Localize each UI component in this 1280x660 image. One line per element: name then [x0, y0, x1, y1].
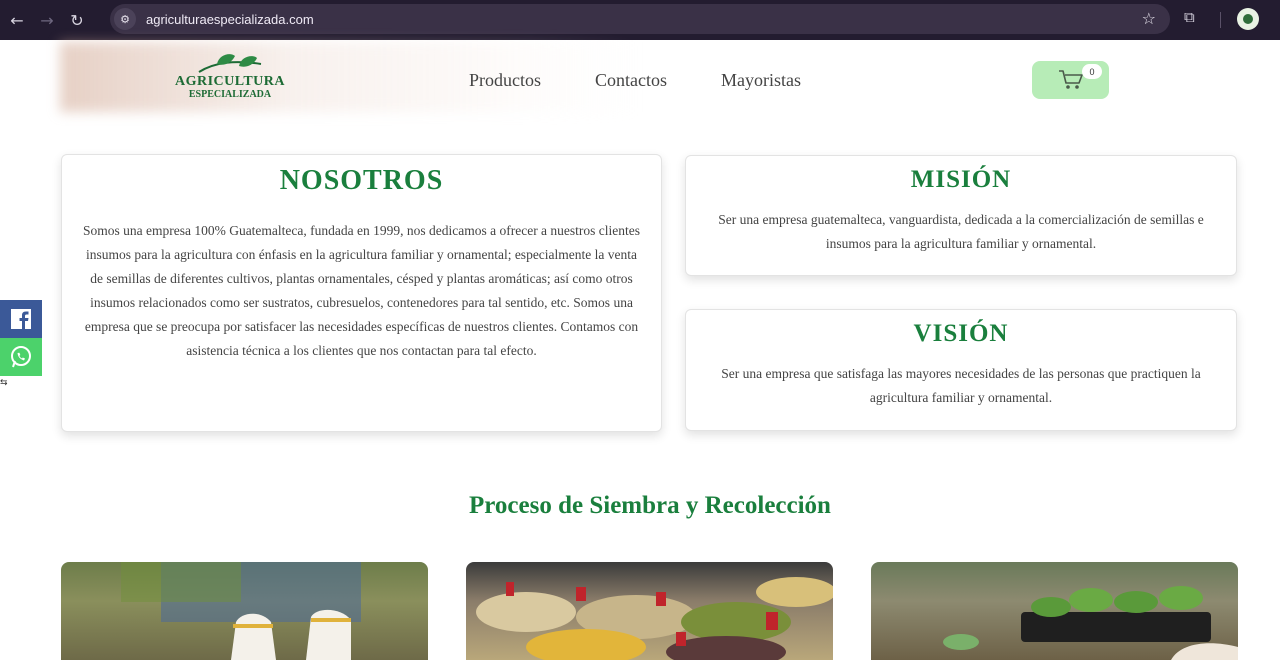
cart-button[interactable]: 0: [1032, 61, 1109, 99]
whatsapp-icon: [11, 346, 31, 368]
nav-link-productos[interactable]: Productos: [469, 70, 541, 91]
leaves-icon: [198, 54, 262, 73]
mision-card: MISIÓN Ser una empresa guatemalteca, van…: [685, 155, 1237, 276]
mision-title: MISIÓN: [910, 166, 1012, 193]
address-bar[interactable]: ⚙ agriculturaespecializada.com ☆: [110, 4, 1170, 34]
site-header: AGRICULTURA ESPECIALIZADA Productos Cont…: [0, 42, 1280, 122]
nav-link-mayoristas[interactable]: Mayoristas: [721, 70, 801, 91]
toolbar-divider: [1220, 12, 1221, 28]
photo-planting-gloves: [61, 562, 428, 660]
reload-icon[interactable]: ↻: [62, 5, 92, 35]
extensions-icon[interactable]: ⧉: [1184, 8, 1195, 26]
seedling-photo-illustration: [943, 586, 1238, 660]
bookmark-star-icon[interactable]: ☆: [1142, 9, 1156, 28]
back-arrow-icon[interactable]: ←: [2, 5, 32, 35]
logo-text-line2: ESPECIALIZADA: [188, 89, 272, 100]
nav-link-contactos[interactable]: Contactos: [595, 70, 667, 91]
site-logo[interactable]: AGRICULTURA ESPECIALIZADA: [170, 52, 290, 112]
nosotros-text: Somos una empresa 100% Guatemalteca, fun…: [82, 223, 641, 358]
logo-text-line1: AGRICULTURA: [174, 74, 285, 89]
vision-title: VISIÓN: [913, 320, 1009, 347]
proceso-section-title: Proceso de Siembra y Recolección: [469, 492, 831, 519]
mision-text: Ser una empresa guatemalteca, vanguardis…: [718, 212, 1204, 251]
vision-text: Ser una empresa que satisfaga las mayore…: [721, 366, 1201, 405]
whatsapp-button[interactable]: [0, 338, 42, 376]
seed-market-illustration: [476, 577, 833, 660]
facebook-icon: [11, 309, 31, 329]
planting-photo-illustration: [121, 562, 361, 660]
photo-seedling-tray: [871, 562, 1238, 660]
main-nav: Productos Contactos Mayoristas: [469, 70, 855, 91]
profile-avatar[interactable]: [1237, 8, 1259, 30]
site-info-icon[interactable]: ⚙: [114, 8, 136, 30]
nosotros-title: NOSOTROS: [279, 165, 444, 196]
url-text[interactable]: agriculturaespecializada.com: [146, 12, 314, 27]
nosotros-card: NOSOTROS Somos una empresa 100% Guatemal…: [61, 154, 662, 432]
cart-count-badge: 0: [1082, 64, 1102, 79]
shopping-cart-icon: [1058, 70, 1083, 89]
browser-toolbar: ← → ↻ ⚙ agriculturaespecializada.com ☆ ⧉: [0, 0, 1280, 40]
photo-seed-sacks: [466, 562, 833, 660]
vision-card: VISIÓN Ser una empresa que satisfaga las…: [685, 309, 1237, 431]
forward-arrow-icon[interactable]: →: [32, 5, 62, 35]
accessibility-toggle-icon[interactable]: ⇆: [0, 378, 8, 388]
facebook-button[interactable]: [0, 300, 42, 338]
